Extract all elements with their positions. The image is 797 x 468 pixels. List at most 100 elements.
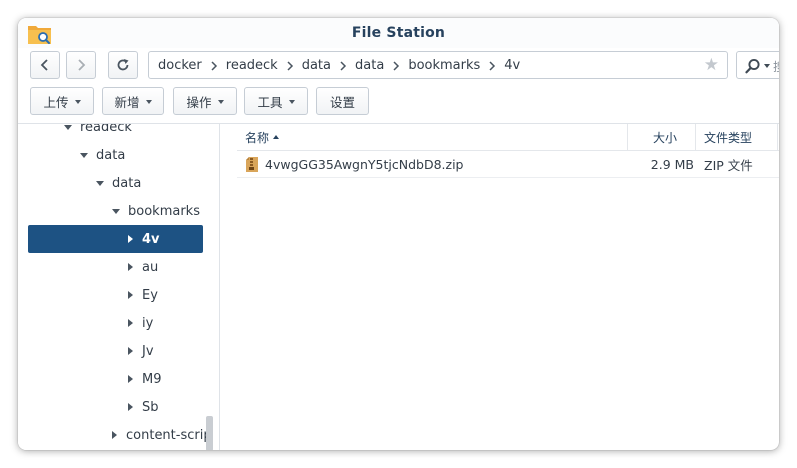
expand-arrow-icon[interactable] xyxy=(64,124,72,130)
file-name: 4vwgGG35AwgnY5tjcNdbD8.zip xyxy=(265,157,464,172)
collapsed-arrow-icon[interactable] xyxy=(128,403,133,411)
table-row[interactable]: 4vwgGG35AwgnY5tjcNdbD8.zip 2.9 MB ZIP 文件 xyxy=(237,151,779,178)
file-list[interactable]: 名称 大小 文件类型 4vwgGG35AwgnY5tjcNdbD8.zip 2.… xyxy=(237,124,779,450)
column-divider[interactable] xyxy=(627,124,628,151)
tree-item[interactable]: data xyxy=(28,141,203,169)
file-name-cell[interactable]: 4vwgGG35AwgnY5tjcNdbD8.zip xyxy=(245,151,464,178)
expand-arrow-icon[interactable] xyxy=(112,208,120,214)
tree-item[interactable]: Ey xyxy=(28,281,203,309)
collapsed-arrow-icon[interactable] xyxy=(128,319,133,327)
breadcrumb-separator-icon xyxy=(211,61,217,71)
action-toolbar: 上传 新增 操作 工具 设置 xyxy=(18,84,779,122)
column-header-size[interactable]: 大小 xyxy=(653,124,677,151)
collapsed-arrow-icon[interactable] xyxy=(128,235,133,243)
tree-item[interactable]: Sb xyxy=(28,393,203,421)
tree-item-selected[interactable]: 4v xyxy=(28,225,203,253)
breadcrumb-separator-icon xyxy=(287,61,293,71)
tools-button-label: 工具 xyxy=(257,94,283,110)
tree-item-label: M9 xyxy=(142,371,162,387)
caret-down-icon xyxy=(217,100,224,104)
tree-item-label: 4v xyxy=(142,231,160,247)
tree-item-label: Ey xyxy=(142,287,158,303)
content-area: readeck data data bookmarks 4v au Ey iy … xyxy=(18,123,779,450)
column-header-size-label: 大小 xyxy=(653,131,678,145)
tree-item-label: iy xyxy=(142,315,154,331)
column-divider[interactable] xyxy=(695,124,696,151)
path-bar[interactable]: docker readeck data data bookmarks 4v ★ xyxy=(148,51,728,79)
tree-item[interactable]: bookmarks xyxy=(28,197,203,225)
chevron-right-icon xyxy=(78,59,86,71)
favorite-star-icon[interactable]: ★ xyxy=(704,56,719,74)
tree-item[interactable]: iy xyxy=(28,309,203,337)
tree-item-label: Jv xyxy=(142,343,154,359)
collapsed-arrow-icon[interactable] xyxy=(128,291,133,299)
title-bar: File Station xyxy=(18,18,779,48)
breadcrumb-item[interactable]: data xyxy=(355,58,384,73)
folder-tree[interactable]: readeck data data bookmarks 4v au Ey iy … xyxy=(18,124,219,450)
settings-button[interactable]: 设置 xyxy=(316,87,369,115)
upload-button-label: 上传 xyxy=(43,94,69,110)
tree-item[interactable]: au xyxy=(28,253,203,281)
breadcrumb-separator-icon xyxy=(340,61,347,71)
column-header-type[interactable]: 文件类型 xyxy=(704,124,752,151)
column-header-type-label: 文件类型 xyxy=(704,131,753,145)
refresh-icon xyxy=(117,59,129,71)
file-list-header: 名称 大小 文件类型 xyxy=(237,124,779,151)
tree-item-label: bookmarks xyxy=(128,203,200,219)
breadcrumb-item[interactable]: docker xyxy=(158,58,202,73)
file-size-cell: 2.9 MB xyxy=(649,151,694,178)
collapsed-arrow-icon[interactable] xyxy=(128,375,133,383)
tree-item[interactable]: M9 xyxy=(28,365,203,393)
tree-item[interactable]: readeck xyxy=(28,124,203,141)
column-divider[interactable] xyxy=(777,124,778,151)
forward-button[interactable] xyxy=(66,51,96,79)
caret-down-icon xyxy=(145,100,152,104)
search-dropdown-caret-icon[interactable] xyxy=(764,64,770,68)
pane-splitter[interactable] xyxy=(219,124,220,450)
window-title: File Station xyxy=(351,25,446,41)
collapsed-arrow-icon[interactable] xyxy=(128,263,133,271)
collapsed-arrow-icon[interactable] xyxy=(112,431,117,439)
caret-down-icon xyxy=(74,100,81,104)
settings-button-label: 设置 xyxy=(329,94,355,110)
file-size: 2.9 MB xyxy=(650,157,694,172)
expand-arrow-icon[interactable] xyxy=(80,152,88,158)
tree-item[interactable]: content-scrip xyxy=(28,421,212,449)
upload-button[interactable]: 上传 xyxy=(30,87,94,115)
search-box[interactable]: 搜 xyxy=(736,51,779,79)
caret-down-icon xyxy=(288,100,295,104)
tree-item-label: content-scrip xyxy=(126,427,212,443)
chevron-left-icon xyxy=(40,59,48,71)
tree-item-label: data xyxy=(112,175,142,191)
tree-scrollbar-thumb[interactable] xyxy=(206,416,213,450)
tools-button[interactable]: 工具 xyxy=(244,87,308,115)
action-button[interactable]: 操作 xyxy=(173,87,237,115)
breadcrumb-separator-icon xyxy=(489,61,496,71)
column-header-name-label: 名称 xyxy=(245,131,270,145)
tree-item[interactable]: data xyxy=(28,169,203,197)
file-station-window: File Station docker readeck data data bo… xyxy=(18,18,779,450)
expand-arrow-icon[interactable] xyxy=(96,180,104,186)
tree-item[interactable]: Jv xyxy=(28,337,203,365)
collapsed-arrow-icon[interactable] xyxy=(128,347,133,355)
breadcrumb-item-current[interactable]: 4v xyxy=(504,58,520,73)
tree-item-label: Sb xyxy=(142,399,159,415)
column-header-name[interactable]: 名称 xyxy=(245,124,280,151)
action-button-label: 操作 xyxy=(186,94,212,110)
new-button[interactable]: 新增 xyxy=(102,87,164,115)
breadcrumb-item[interactable]: bookmarks xyxy=(408,58,480,73)
file-type-cell: ZIP 文件 xyxy=(704,151,753,178)
breadcrumb-item[interactable]: data xyxy=(302,58,331,73)
refresh-button[interactable] xyxy=(108,51,138,79)
file-type: ZIP 文件 xyxy=(704,158,753,173)
tree-item-label: readeck xyxy=(80,124,132,135)
sort-ascending-icon xyxy=(273,134,280,139)
zip-archive-icon xyxy=(246,156,258,172)
tree-item-label: au xyxy=(142,259,159,275)
breadcrumb-separator-icon xyxy=(393,61,400,71)
tree-item-label: data xyxy=(96,147,126,163)
back-button[interactable] xyxy=(30,51,60,79)
search-icon xyxy=(745,58,760,74)
new-button-label: 新增 xyxy=(114,94,140,110)
breadcrumb-item[interactable]: readeck xyxy=(226,58,278,73)
